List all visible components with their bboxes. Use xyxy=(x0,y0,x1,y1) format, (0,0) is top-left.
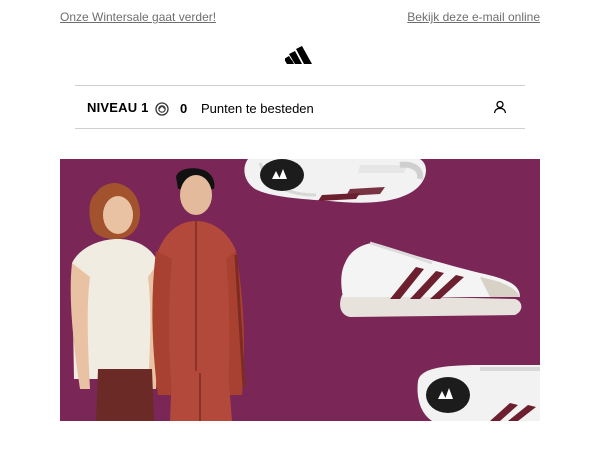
hero-illustration xyxy=(60,159,540,421)
level-number: 1 xyxy=(141,100,149,115)
preheader: Onze Wintersale gaat verder! Bekijk deze… xyxy=(60,10,540,26)
view-online-link[interactable]: Bekijk deze e-mail online xyxy=(407,10,540,24)
wintersale-link[interactable]: Onze Wintersale gaat verder! xyxy=(60,10,216,24)
points-label: Punten te besteden xyxy=(201,101,314,116)
points-value: 0 xyxy=(180,101,188,116)
loyalty-bar: NIVEAU 1 0 Punten te besteden xyxy=(75,85,525,129)
level-label: NIVEAU xyxy=(87,100,138,115)
adidas-logo-icon[interactable] xyxy=(284,45,315,65)
loyalty-level: NIVEAU 1 xyxy=(87,100,149,115)
bottom-shoe-image xyxy=(417,365,540,421)
account-icon[interactable] xyxy=(493,100,507,114)
points-coin-icon xyxy=(155,102,169,116)
hero-banner[interactable] xyxy=(60,159,540,421)
